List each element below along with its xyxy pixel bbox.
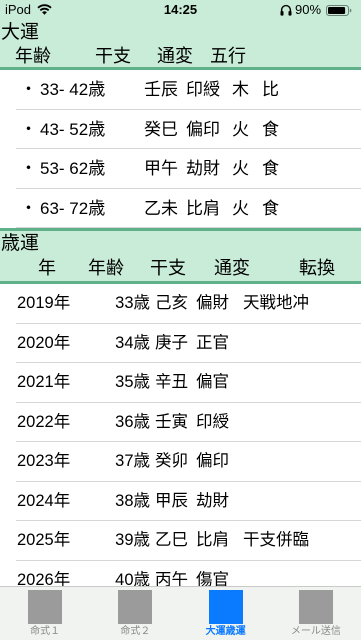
battery-icon	[326, 5, 352, 16]
kanshi: 甲辰	[155, 491, 188, 510]
saiun-column-kanshi: 干支	[150, 258, 186, 278]
kanshi: 乙未	[144, 198, 178, 218]
taiun-column-age: 年齢	[15, 46, 51, 66]
age-range: 53- 62歳	[40, 159, 106, 178]
tsuhen: 比肩	[186, 198, 220, 218]
taiun-title: 大運	[1, 22, 40, 43]
gogyo-relation: 比	[262, 80, 279, 99]
saiun-row: 2021年 35歳 辛丑 偏官	[0, 363, 361, 403]
meishiki-1-tab-icon	[28, 590, 62, 624]
battery-level-fill	[328, 7, 346, 14]
age-range: 63- 72歳	[40, 198, 106, 218]
kanshi: 癸卯	[155, 452, 188, 470]
saiun-title: 歳運	[1, 233, 40, 254]
gogyo-relation: 食	[262, 198, 279, 218]
year: 2025年	[17, 531, 71, 549]
saiun-row: 2020年 34歳 庚子 正官	[0, 323, 361, 363]
age-range: 43- 52歳	[40, 119, 106, 139]
tsuhen: 比肩	[196, 531, 229, 549]
gogyo: 火	[232, 198, 249, 218]
meishiki-2-tab-icon	[118, 590, 153, 624]
saiun-column-age: 年齢	[88, 258, 124, 278]
tsuhen: 正官	[196, 333, 229, 352]
saiun-row: 2022年 36歳 壬寅 印綬	[0, 402, 361, 442]
kanshi: 甲午	[144, 159, 178, 178]
age-range: 33- 42歳	[40, 80, 106, 99]
saiun-row: 2019年 33歳 己亥 偏財 天戦地冲	[0, 284, 361, 324]
taiun-column-kanshi: 干支	[95, 46, 131, 66]
kanshi: 己亥	[155, 294, 188, 312]
age: 34歳	[115, 333, 150, 352]
age: 35歳	[115, 373, 150, 391]
row-bullet: ・	[20, 198, 37, 218]
year: 2020年	[17, 333, 71, 352]
gogyo: 火	[232, 159, 249, 178]
gogyo-relation: 食	[262, 119, 279, 139]
mail-send-tab-icon	[298, 590, 333, 624]
tab-mail-send[interactable]: メール送信	[271, 587, 361, 640]
tenkan: 天戦地冲	[243, 294, 309, 312]
tsuhen: 印綬	[186, 80, 220, 99]
saiun-column-tsuhen: 通変	[214, 258, 250, 278]
taiun-list: ・ 33- 42歳 壬辰 印綬 木 比 ・ 43- 52歳 癸巳 偏印 火 食 …	[0, 70, 361, 228]
tab-label: メール送信	[290, 626, 341, 637]
tab-meishiki-1[interactable]: 命式１	[0, 587, 90, 640]
tab-meishiki-2[interactable]: 命式２	[90, 587, 180, 640]
kanshi: 庚子	[155, 333, 188, 352]
tenkan: 干支併臨	[243, 531, 309, 549]
app-screen: iPod 14:25 90% 大運 年齢 干支 通変 五行 ・ 33- 42歳 …	[0, 0, 361, 640]
saiun-row: 2025年 39歳 乙巳 比肩 干支併臨	[0, 521, 361, 561]
tsuhen: 偏印	[196, 452, 229, 470]
kanshi: 乙巳	[155, 531, 188, 549]
age: 37歳	[115, 452, 150, 470]
tsuhen: 劫財	[186, 159, 220, 178]
row-bullet: ・	[20, 159, 37, 178]
taiun-section-header: 大運 年齢 干支 通変 五行	[0, 20, 361, 67]
battery-percentage: 90%	[295, 2, 322, 17]
year: 2019年	[17, 294, 71, 312]
taiun-row: ・ 53- 62歳 甲午 劫財 火 食	[0, 149, 361, 189]
tab-taiun-saiun[interactable]: 大運歳運	[181, 587, 271, 640]
headphones-icon	[280, 4, 292, 16]
tsuhen: 劫財	[196, 491, 229, 510]
saiun-list: 2019年 33歳 己亥 偏財 天戦地冲 2020年 34歳 庚子 正官 202…	[0, 284, 361, 600]
tsuhen: 印綬	[196, 412, 229, 431]
gogyo: 木	[232, 80, 249, 99]
kanshi: 壬寅	[155, 412, 188, 431]
tab-label: 大運歳運	[205, 626, 246, 637]
gogyo: 火	[232, 119, 249, 139]
saiun-column-tenkan: 転換	[299, 258, 335, 278]
kanshi: 癸巳	[144, 119, 178, 139]
saiun-column-year: 年	[38, 258, 56, 278]
row-bullet: ・	[20, 119, 37, 139]
taiun-column-tsuhen: 通変	[157, 46, 193, 66]
row-bullet: ・	[20, 80, 37, 99]
taiun-column-gogyo: 五行	[210, 46, 246, 66]
status-bar: iPod 14:25 90%	[0, 0, 361, 20]
saiun-section-header: 歳運 年 年齢 干支 通変 転換	[0, 231, 361, 281]
tsuhen: 偏官	[196, 373, 229, 391]
tab-label: 命式１	[30, 626, 61, 637]
year: 2022年	[17, 412, 71, 431]
tsuhen: 偏財	[196, 294, 229, 312]
kanshi: 辛丑	[155, 373, 188, 391]
taiun-row: ・ 33- 42歳 壬辰 印綬 木 比	[0, 70, 361, 110]
age: 36歳	[115, 412, 150, 431]
year: 2024年	[17, 491, 71, 510]
year: 2021年	[17, 373, 71, 391]
tab-label: 命式２	[120, 626, 151, 637]
taiun-saiun-tab-icon	[208, 590, 243, 624]
age: 38歳	[115, 491, 150, 510]
saiun-row: 2024年 38歳 甲辰 劫財	[0, 481, 361, 521]
tsuhen: 偏印	[186, 119, 220, 139]
age: 33歳	[115, 294, 150, 312]
taiun-row: ・ 43- 52歳 癸巳 偏印 火 食	[0, 109, 361, 149]
kanshi: 壬辰	[144, 80, 178, 99]
tab-bar: 命式１ 命式２ 大運歳運 メール送信	[0, 586, 361, 640]
gogyo-relation: 食	[262, 159, 279, 178]
age: 39歳	[115, 531, 150, 549]
year: 2023年	[17, 452, 71, 470]
saiun-row: 2023年 37歳 癸卯 偏印	[0, 442, 361, 482]
taiun-row: ・ 63- 72歳 乙未 比肩 火 食	[0, 188, 361, 228]
